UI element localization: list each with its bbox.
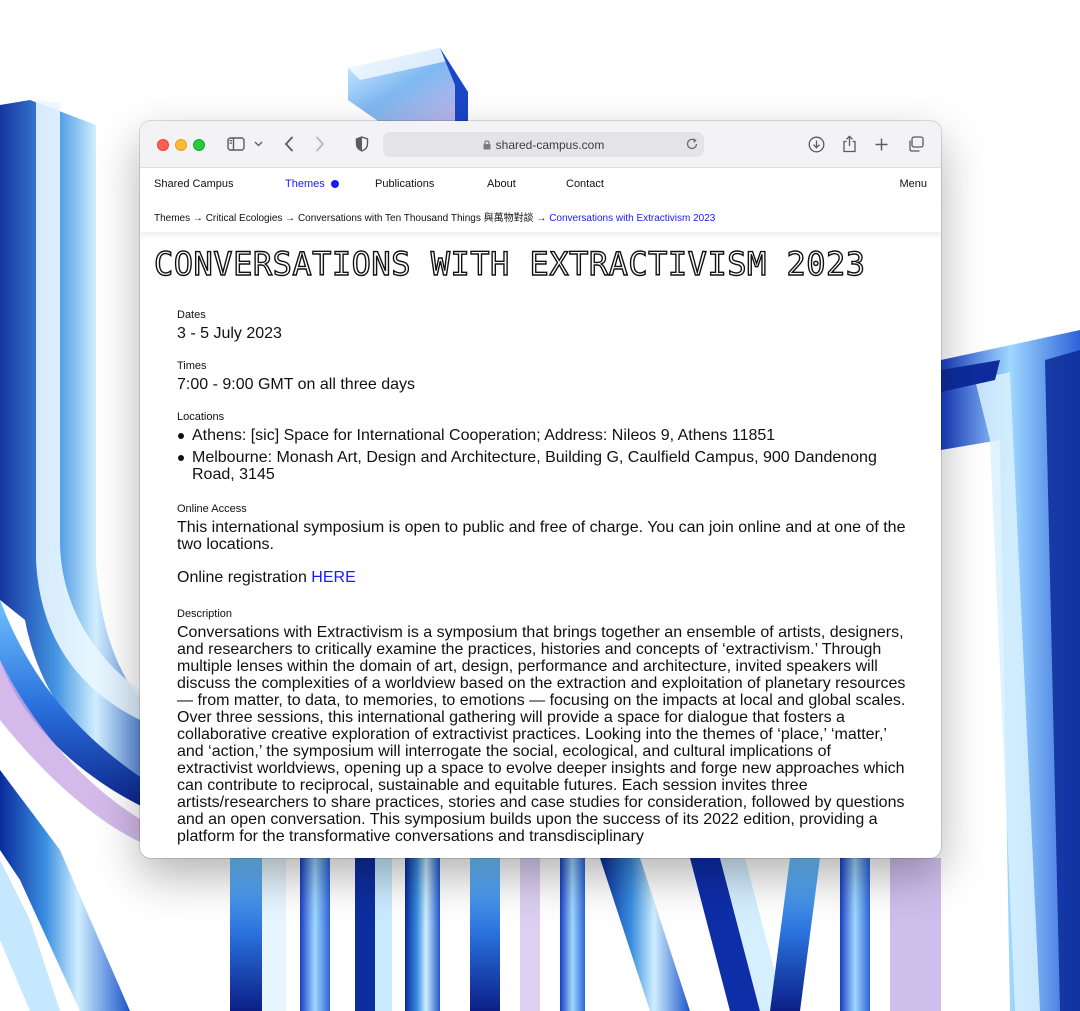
location-athens: Athens: [sic] Space for International Co… [177, 427, 907, 444]
online-access-section: Online Access This international symposi… [177, 503, 907, 586]
registration-text: Online registration [177, 569, 307, 586]
privacy-shield-icon[interactable] [352, 134, 372, 154]
downloads-icon[interactable] [806, 134, 826, 154]
tab-overview-icon[interactable] [905, 134, 925, 154]
sidebar-icon[interactable] [226, 134, 246, 154]
address-bar[interactable]: shared-campus.com [383, 132, 704, 157]
dates-section: Dates 3 - 5 July 2023 [177, 309, 907, 342]
times-value: 7:00 - 9:00 GMT on all three days [177, 376, 416, 393]
description-section: Description Conversations with Extractiv… [177, 608, 907, 845]
main-content: CONVERSATIONS WITH EXTRACTIVISM 2023 Dat… [140, 233, 941, 858]
browser-toolbar: shared-campus.com [140, 121, 941, 168]
close-window-button[interactable] [157, 139, 169, 151]
minimize-window-button[interactable] [175, 139, 187, 151]
chevron-down-icon[interactable] [252, 134, 264, 154]
nav-publications-link[interactable]: Publications [375, 178, 434, 190]
times-label: Times [177, 360, 207, 372]
reload-icon[interactable] [685, 137, 699, 154]
online-access-text: This international symposium is open to … [177, 519, 906, 553]
breadcrumb-item-critical-ecologies[interactable]: Critical Ecologies → [206, 213, 295, 224]
location-melbourne: Melbourne: Monash Art, Design and Archit… [177, 449, 907, 483]
event-details: Dates 3 - 5 July 2023 Times 7:00 - 9:00 … [177, 309, 907, 845]
active-indicator-dot [331, 180, 339, 188]
site-navigation: Shared Campus Themes Publications About … [140, 169, 941, 202]
nav-contact-link[interactable]: Contact [566, 178, 604, 190]
registration-link[interactable]: HERE [311, 569, 355, 586]
page-title: CONVERSATIONS WITH EXTRACTIVISM 2023 [153, 244, 866, 283]
share-icon[interactable] [839, 134, 859, 154]
times-section: Times 7:00 - 9:00 GMT on all three days [177, 360, 907, 393]
online-access-label: Online Access [177, 503, 247, 515]
breadcrumb-item-ten-thousand-things[interactable]: Conversations with Ten Thousand Things 與… [298, 213, 546, 224]
locations-section: Locations Athens: [sic] Space for Intern… [177, 411, 907, 483]
new-tab-icon[interactable] [872, 134, 890, 154]
forward-button[interactable] [311, 134, 329, 154]
zoom-window-button[interactable] [193, 139, 205, 151]
nav-about-link[interactable]: About [487, 178, 516, 190]
description-text: Conversations with Extractivism is a sym… [177, 624, 906, 845]
back-button[interactable] [280, 134, 298, 154]
breadcrumb: Themes → Critical Ecologies → Conversati… [140, 202, 941, 232]
breadcrumb-item-themes[interactable]: Themes → [154, 213, 203, 224]
browser-window: shared-campus.com Shared Campus Themes P… [140, 121, 941, 858]
dates-label: Dates [177, 309, 206, 321]
dates-value: 3 - 5 July 2023 [177, 325, 282, 342]
description-label: Description [177, 608, 233, 620]
nav-brand-link[interactable]: Shared Campus [154, 178, 234, 190]
url-text: shared-campus.com [495, 137, 605, 152]
registration-line: Online registration HERE [177, 569, 907, 586]
lock-icon [483, 139, 491, 150]
locations-list: Athens: [sic] Space for International Co… [177, 427, 907, 483]
breadcrumb-current: Conversations with Extractivism 2023 [549, 213, 716, 224]
menu-button[interactable]: Menu [899, 178, 927, 190]
nav-themes-link[interactable]: Themes [285, 178, 325, 190]
locations-label: Locations [177, 411, 225, 423]
